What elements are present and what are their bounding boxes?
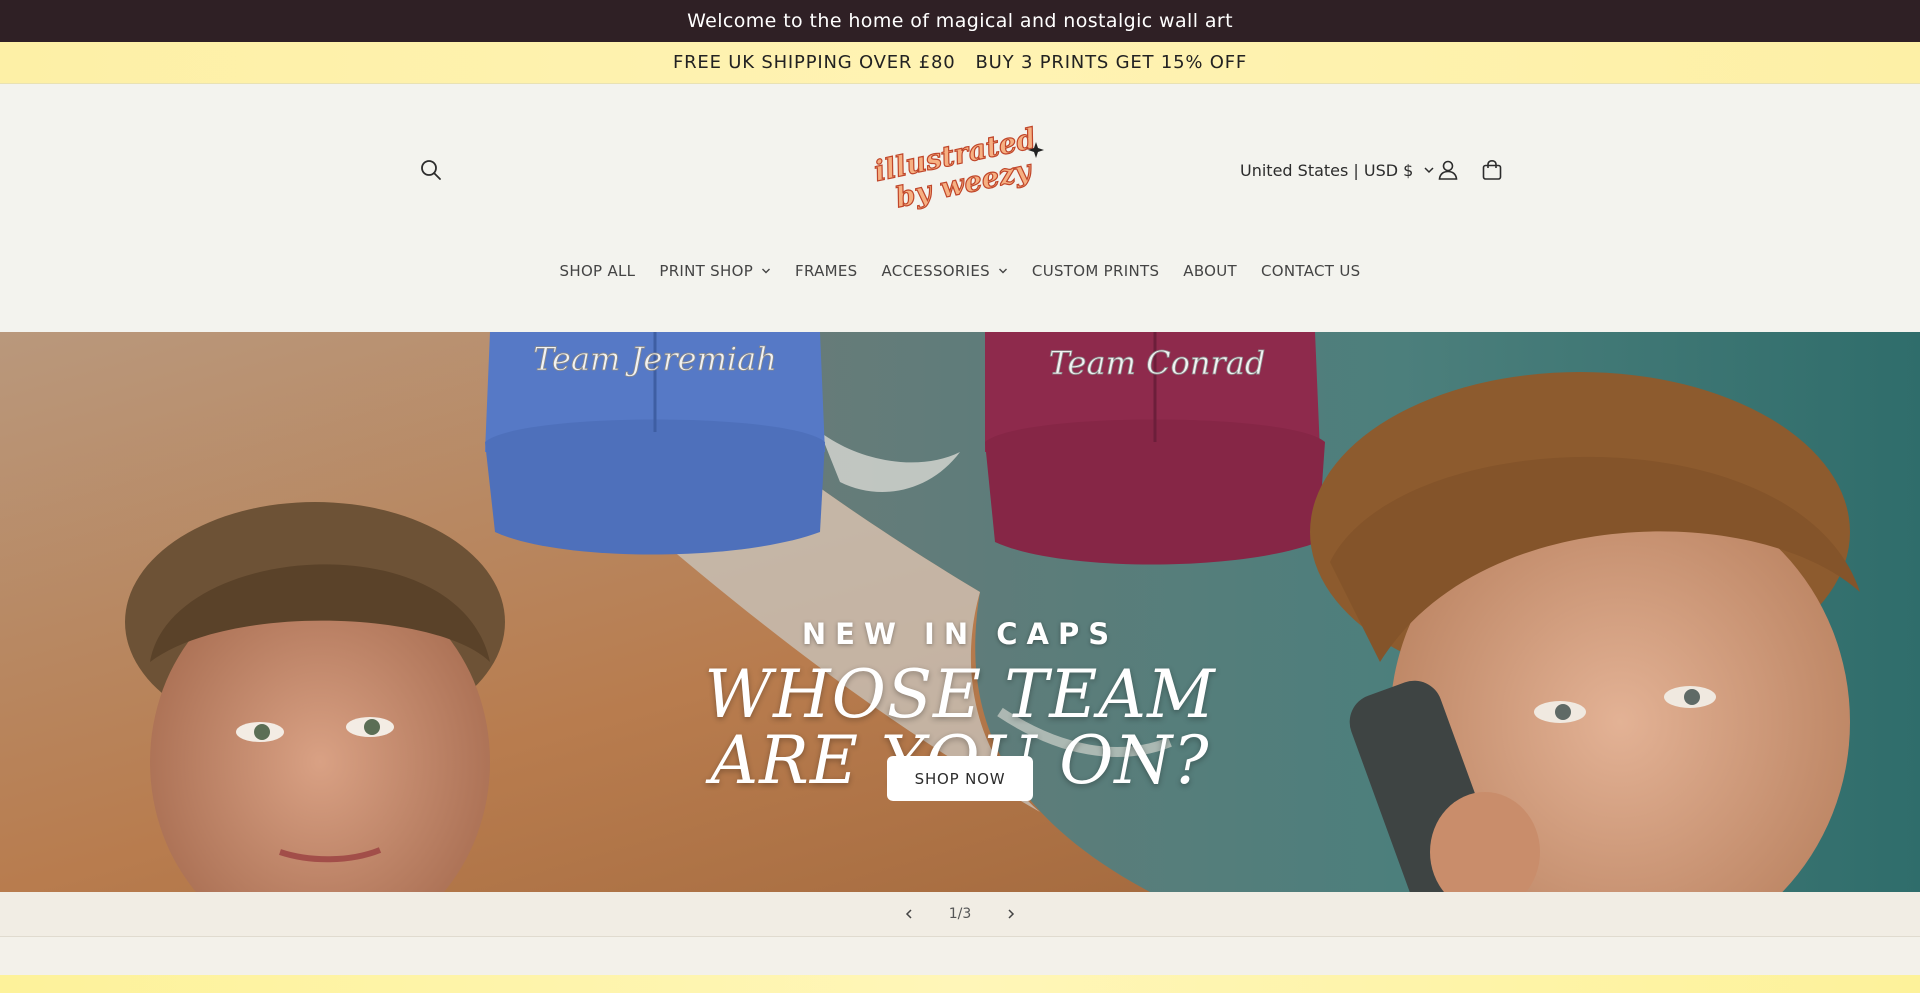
hero-title-line-1: WHOSE TEAM [704,656,1216,733]
cap-left-text: Team Jeremiah [533,340,777,378]
nav-label: FRAMES [795,262,858,280]
next-slide-button[interactable] [997,900,1025,928]
locale-label: United States | USD $ [1240,160,1414,180]
nav-about[interactable]: ABOUT [1183,262,1237,280]
shop-now-button[interactable]: SHOP NOW [887,756,1033,801]
site-logo[interactable]: illustrated by weezy [868,121,1048,215]
chevron-right-icon [1008,909,1015,919]
promo-shipping: FREE UK SHIPPING OVER £80 [672,52,956,73]
nav-contact-us[interactable]: CONTACT US [1261,262,1360,280]
promo-bar: FREE UK SHIPPING OVER £80 BUY 3 PRINTS G… [0,42,1920,84]
previous-slide-button[interactable] [895,900,923,928]
announcement-text: Welcome to the home of magical and nosta… [687,10,1233,32]
locale-selector[interactable]: United States | USD $ [1240,156,1435,184]
cart-button[interactable] [1476,154,1508,186]
chevron-left-icon [905,909,912,919]
nav-label: ACCESSORIES [881,262,990,280]
site-header: illustrated by weezy United States | USD… [0,84,1920,332]
page-section-divider [0,937,1920,975]
search-icon [421,160,441,180]
search-button[interactable] [415,154,447,186]
nav-label: ABOUT [1183,262,1238,280]
slide-counter: 1/3 [948,906,972,922]
promo-offer: BUY 3 PRINTS GET 15% OFF [975,52,1248,73]
announcement-bar: Welcome to the home of magical and nosta… [0,0,1920,42]
main-navigation: SHOP ALL PRINT SHOP FRAMES ACCESSORIES C… [0,256,1920,286]
chevron-down-icon [762,268,771,274]
account-icon [1438,160,1458,180]
nav-shop-all[interactable]: SHOP ALL [560,262,636,280]
nav-label: CONTACT US [1261,262,1361,280]
bottom-color-strip [0,975,1920,993]
nav-label: SHOP ALL [559,262,636,280]
hero-banner: Team Jeremiah Team Conrad NEW IN CAPS WH… [0,332,1920,892]
nav-print-shop[interactable]: PRINT SHOP [659,262,771,280]
nav-label: PRINT SHOP [659,262,754,280]
account-button[interactable] [1432,154,1464,186]
nav-custom-prints[interactable]: CUSTOM PRINTS [1032,262,1159,280]
nav-accessories[interactable]: ACCESSORIES [882,262,1008,280]
hero-background-image: Team Jeremiah Team Conrad [0,332,1920,892]
logo-image: illustrated by weezy [871,121,1044,215]
cart-icon [1482,159,1502,180]
cap-right-text: Team Conrad [1049,344,1266,382]
nav-frames[interactable]: FRAMES [795,262,857,280]
chevron-down-icon [998,268,1007,274]
hero-subtitle: NEW IN CAPS [801,617,1119,651]
slideshow-controls: 1/3 [0,892,1920,937]
nav-label: CUSTOM PRINTS [1031,262,1160,280]
